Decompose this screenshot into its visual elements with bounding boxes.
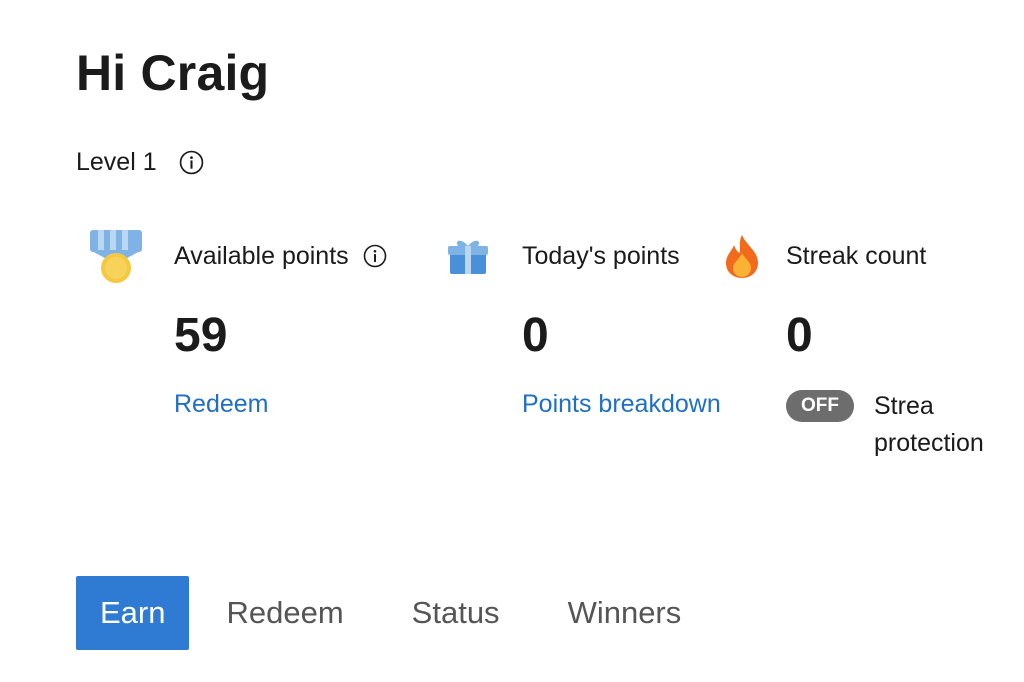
tab-bar: Earn Redeem Status Winners: [76, 576, 712, 650]
available-points-card: Available points 59 Redeem: [88, 226, 428, 418]
rewards-dashboard: Hi Craig Level 1 Available points 59 Red…: [0, 0, 1024, 682]
streak-protection-label: Strea protection: [874, 388, 1014, 462]
level-indicator: Level 1: [76, 148, 204, 177]
greeting-title: Hi Craig: [76, 45, 270, 101]
streak-count-card: Streak count 0: [722, 228, 1022, 360]
streak-protection-line1: Strea: [874, 392, 934, 420]
todays-points-value: 0: [522, 309, 549, 362]
todays-points-label: Today's points: [522, 241, 680, 270]
level-label: Level 1: [76, 148, 157, 176]
tab-winners[interactable]: Winners: [537, 576, 713, 650]
streak-protection-toggle[interactable]: OFF: [786, 390, 854, 422]
tab-earn[interactable]: Earn: [76, 576, 190, 650]
redeem-link[interactable]: Redeem: [174, 390, 269, 419]
medal-icon: [88, 226, 144, 286]
streak-count-label: Streak count: [786, 241, 927, 270]
todays-points-card: Today's points 0 Points breakdown: [446, 228, 721, 418]
flame-icon: [722, 233, 762, 279]
available-points-label: Available points: [174, 241, 349, 270]
tab-redeem[interactable]: Redeem: [195, 576, 374, 650]
info-icon[interactable]: [179, 150, 204, 175]
available-points-info-icon[interactable]: [363, 244, 387, 268]
available-points-value: 59: [174, 309, 228, 362]
tab-status[interactable]: Status: [381, 576, 531, 650]
streak-count-value: 0: [786, 309, 813, 362]
points-breakdown-link[interactable]: Points breakdown: [522, 390, 721, 419]
gift-icon: [446, 236, 490, 276]
streak-protection-line2: protection: [874, 429, 984, 457]
